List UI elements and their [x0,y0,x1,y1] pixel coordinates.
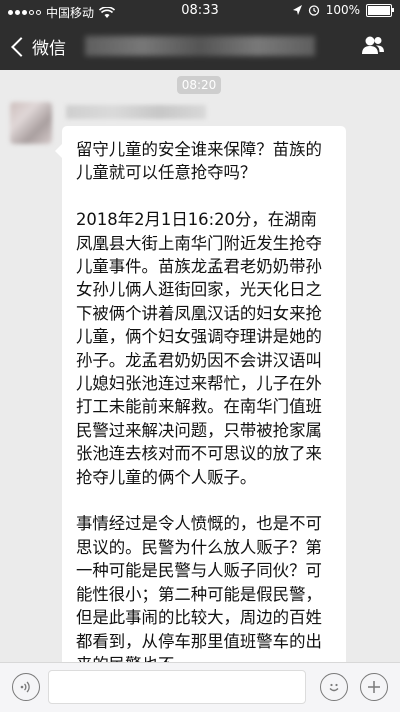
status-bar: 中国移动 08:33 100% [0,0,400,22]
input-bar [0,662,400,712]
emoji-button[interactable] [320,673,348,701]
group-members-icon[interactable] [360,34,386,56]
back-button[interactable]: 微信 [6,34,66,59]
sender-avatar[interactable] [10,102,52,144]
message-input[interactable] [48,670,306,704]
battery-icon [366,3,394,17]
message-timestamp: 08:20 [177,76,221,94]
message-paragraph: 2018年2月1日16:20分，在湖南凤凰县大街上南华门附近发生抢夺儿童事件。苗… [76,210,322,487]
message-paragraph: 留守儿童的安全谁来保障？苗族的儿童就可以任意抢夺吗？ [76,140,322,183]
plus-icon [368,681,380,693]
back-label: 微信 [32,39,66,59]
alarm-icon [308,5,319,16]
chat-title-redacted [85,36,315,56]
message-paragraph: 事情经过是令人愤慨的，也是不可思议的。民警为什么放人贩子？第一种可能是民警与人贩… [76,514,322,662]
voice-icon [20,681,30,693]
more-button[interactable] [360,673,388,701]
chevron-left-icon [11,36,31,57]
status-right: 100% [292,3,394,17]
smiley-icon [329,683,339,692]
nav-bar: 微信 [0,22,400,70]
sender-name-redacted [66,105,206,119]
message-bubble[interactable]: 留守儿童的安全谁来保障？苗族的儿童就可以任意抢夺吗？ 2018年2月1日16:2… [55,126,346,662]
battery-percent: 100% [325,3,360,17]
chat-area[interactable]: 08:20 留守儿童的安全谁来保障？苗族的儿童就可以任意抢夺吗？ 2018年2月… [0,70,400,662]
voice-button[interactable] [12,673,40,701]
location-icon [292,4,302,15]
